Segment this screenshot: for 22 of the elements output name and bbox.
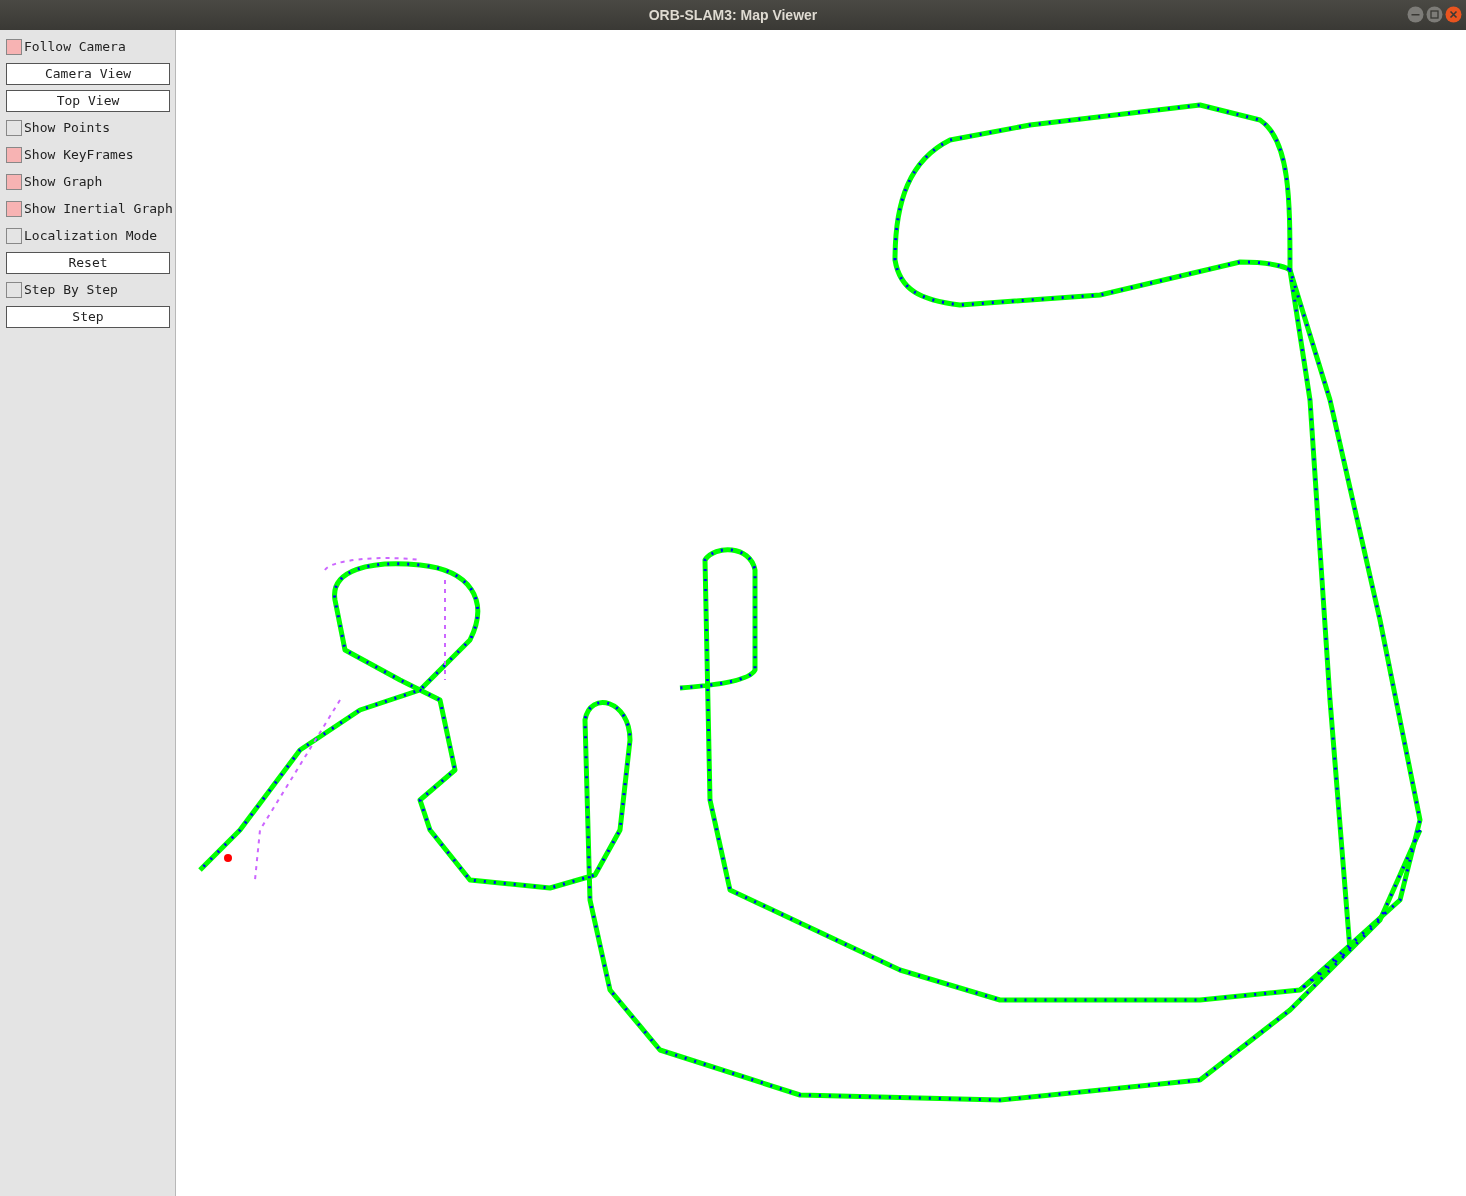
checkbox-label: Show Inertial Graph [24, 200, 173, 219]
panel-button[interactable]: Reset [6, 252, 170, 274]
checkbox[interactable] [6, 39, 22, 55]
checkbox[interactable] [6, 174, 22, 190]
checkbox-label: Follow Camera [24, 38, 126, 57]
checkbox-label: Localization Mode [24, 227, 158, 246]
minimize-icon[interactable] [1407, 6, 1424, 23]
checkbox[interactable] [6, 228, 22, 244]
checkbox-label: Show KeyFrames [24, 146, 134, 165]
checkbox[interactable] [6, 120, 22, 136]
checkbox[interactable] [6, 201, 22, 217]
panel-button[interactable]: Top View [6, 90, 170, 112]
maximize-icon[interactable] [1426, 6, 1443, 23]
checkbox-label: Step By Step [24, 281, 118, 300]
panel-button[interactable]: Camera View [6, 63, 170, 85]
close-icon[interactable] [1445, 6, 1462, 23]
checkbox[interactable] [6, 282, 22, 298]
checkbox-label: Show Graph [24, 173, 103, 192]
checkbox-label: Show Points [24, 119, 111, 138]
window-title: ORB-SLAM3: Map Viewer [648, 5, 818, 25]
checkbox[interactable] [6, 147, 22, 163]
panel-button[interactable]: Step [6, 306, 170, 328]
